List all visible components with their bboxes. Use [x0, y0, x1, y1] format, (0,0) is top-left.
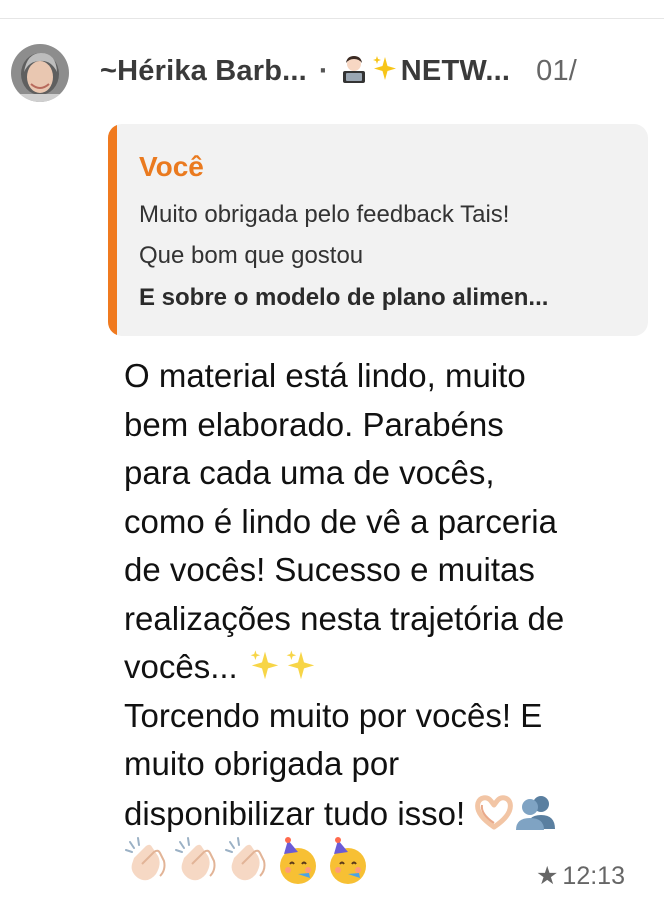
clapping-hands-icon	[225, 837, 266, 881]
partying-face-icon	[280, 837, 316, 884]
message-time: 12:13	[562, 862, 625, 890]
sender-name[interactable]: ~Hérika Barb...	[100, 55, 307, 87]
quoted-text-line: Que bom que gostou	[139, 242, 364, 269]
sender-line[interactable]: ~Hérika Barb... · NETW... 01/	[100, 54, 577, 92]
message-text-line: realizações nesta trajetória de	[124, 600, 565, 637]
message-bubble[interactable]: Você Muito obrigada pelo feedback Tais! …	[108, 124, 664, 912]
message-text-line: bem elaborado. Parabéns	[124, 406, 504, 443]
quoted-text-line: Muito obrigada pelo feedback Tais!	[139, 201, 510, 228]
message-text-line: como é lindo de vê a parceria	[124, 503, 557, 540]
message-text-line: para cada uma de vocês,	[124, 454, 495, 491]
quoted-text-line: E sobre o modelo de plano alimen...	[139, 284, 549, 311]
top-divider	[0, 18, 664, 19]
message-text-fragment: vocês...	[124, 648, 238, 685]
date-label: 01/	[536, 55, 578, 87]
message-text-line-with-emoji: vocês...	[124, 647, 319, 687]
separator-dot: ·	[318, 55, 329, 87]
message-header: ~Hérika Barb... · NETW... 01/	[0, 40, 664, 108]
group-name[interactable]: NETW...	[401, 55, 510, 87]
message-text-line: muito obrigada por	[124, 745, 400, 782]
clapping-hands-icon	[175, 837, 216, 881]
emoji-row	[124, 836, 374, 892]
starred-icon[interactable]: ★	[536, 862, 558, 890]
message-text-line: O material está lindo, muito	[124, 357, 526, 394]
message-text-line: Torcendo muito por vocês! E	[124, 697, 543, 734]
clapping-hands-icon	[125, 837, 166, 881]
message-text-fragment: disponibilizar tudo isso!	[124, 795, 466, 832]
avatar-photo-icon	[11, 44, 69, 102]
message-text-line: de vocês! Sucesso e muitas	[124, 551, 535, 588]
quote-accent-bar	[108, 124, 117, 336]
sparkles-icon	[250, 650, 279, 680]
sparkles-icon	[286, 650, 315, 680]
quoted-message[interactable]: Você Muito obrigada pelo feedback Tais! …	[108, 124, 648, 336]
sparkles-emoji-icon	[371, 54, 399, 92]
busts-in-silhouette-icon	[516, 796, 556, 830]
quoted-author: Você	[139, 151, 204, 182]
message-meta: ★ 12:13	[536, 861, 625, 891]
heart-hands-icon	[475, 795, 514, 830]
technologist-emoji-icon	[339, 54, 369, 92]
partying-face-icon	[330, 837, 366, 884]
message-text-line-with-emoji: disponibilizar tudo isso!	[124, 793, 558, 834]
avatar[interactable]	[11, 44, 69, 102]
